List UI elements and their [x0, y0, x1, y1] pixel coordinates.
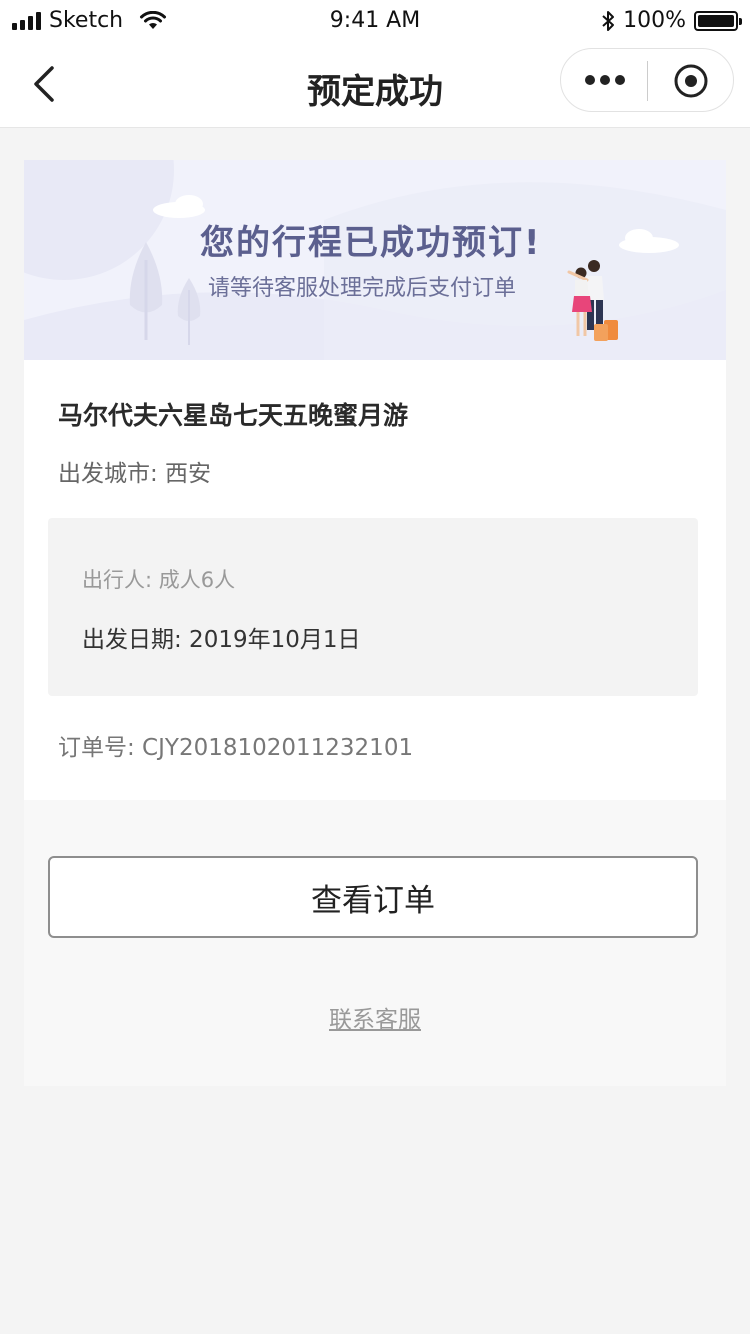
travelers: 出行人: 成人6人: [82, 568, 236, 592]
battery-fill: [698, 14, 734, 27]
bluetooth-icon: [602, 10, 615, 31]
trip-detail-box: 出行人: 成人6人 出发日期: 2019年10月1日: [48, 518, 698, 696]
status-right: 100%: [601, 8, 742, 33]
mini-program-capsule: [560, 48, 734, 112]
success-banner: 您的行程已成功预订! 请等待客服处理完成后支付订单: [24, 160, 726, 360]
trip-name: 马尔代夫六星岛七天五晚蜜月游: [58, 401, 409, 430]
more-icon[interactable]: [585, 75, 625, 87]
view-order-button[interactable]: 查看订单: [48, 856, 698, 938]
battery-icon: [694, 10, 742, 31]
departure-city: 出发城市: 西安: [58, 461, 212, 487]
order-number: 订单号: CJY2018102011232101: [58, 735, 414, 761]
status-bar: Sketch 9:41 AM 100%: [0, 0, 750, 40]
nav-bar: 预定成功: [0, 40, 750, 128]
departure-date: 出发日期: 2019年10月1日: [82, 627, 361, 653]
contact-service-link[interactable]: 联系客服: [24, 1000, 726, 1034]
close-target-icon[interactable]: [673, 63, 709, 99]
booking-card: 您的行程已成功预订! 请等待客服处理完成后支付订单 马尔代夫六星岛七天五晚蜜月游…: [24, 160, 726, 1086]
banner-subtitle: 请等待客服处理完成后支付订单: [208, 276, 517, 301]
capsule-divider: [647, 61, 648, 101]
banner-title: 您的行程已成功预订!: [200, 223, 542, 263]
order-info: 马尔代夫六星岛七天五晚蜜月游 出发城市: 西安 出行人: 成人6人 出发日期: …: [24, 360, 726, 800]
battery-percent: 100%: [623, 8, 686, 33]
